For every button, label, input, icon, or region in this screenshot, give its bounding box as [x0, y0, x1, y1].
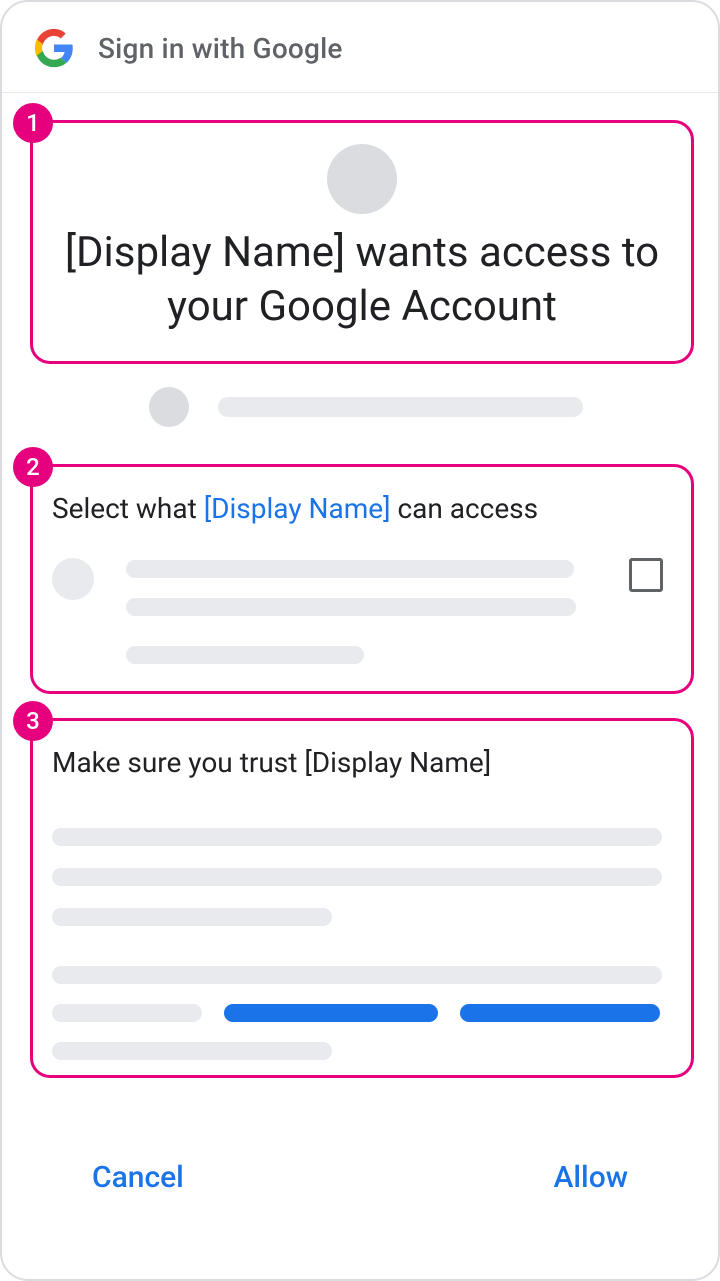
header-title: Sign in with Google	[98, 32, 343, 65]
annotation-box-2: 2	[30, 464, 694, 694]
annotation-badge-2: 2	[13, 447, 53, 487]
annotation-box-3: 3	[30, 718, 694, 1078]
google-g-icon	[34, 28, 74, 68]
annotation-box-1: 1	[30, 120, 694, 364]
account-avatar-placeholder	[149, 387, 189, 427]
annotation-badge-1: 1	[13, 103, 53, 143]
account-email-placeholder	[218, 397, 583, 417]
allow-button[interactable]: Allow	[554, 1160, 628, 1195]
header-bar: Sign in with Google	[2, 2, 718, 93]
device-frame: Sign in with Google [Display Name] wants…	[0, 0, 720, 1281]
annotation-badge-3: 3	[13, 701, 53, 741]
footer-actions: Cancel Allow	[2, 1122, 718, 1232]
cancel-button[interactable]: Cancel	[92, 1160, 184, 1195]
